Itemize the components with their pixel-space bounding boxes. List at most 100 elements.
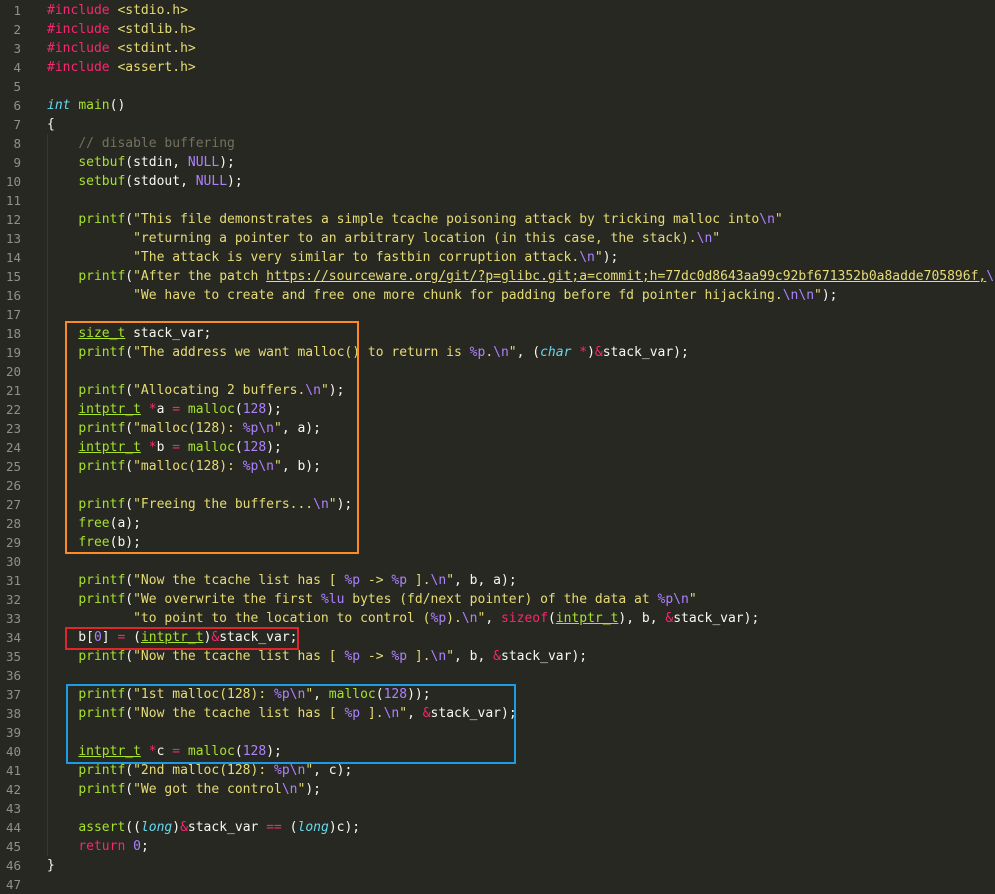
token-pun: ) (172, 820, 181, 835)
code-line[interactable]: 6 int main() (0, 96, 995, 115)
token-fn: printf (78, 212, 126, 227)
token-pun: (stdout, (125, 174, 196, 189)
line-code: // disable buffering (47, 134, 235, 153)
line-code: setbuf(stdout, NULL); (47, 172, 242, 191)
token-pun (47, 573, 78, 588)
token-pun: stack_var); (673, 611, 760, 626)
token-str: " (814, 288, 822, 303)
token-pun: ( (125, 212, 134, 227)
line-number: 31 (5, 573, 21, 588)
token-type: char (540, 345, 572, 360)
token-pun: { (47, 117, 55, 132)
token-op: & (594, 345, 603, 360)
code-line[interactable]: 3 #include <stdint.h> (0, 39, 995, 58)
line-number: 16 (5, 288, 21, 303)
token-kw: #include (47, 3, 110, 18)
code-line[interactable]: 2 #include <stdlib.h> (0, 20, 995, 39)
line-number: 34 (5, 630, 21, 645)
token-str: <stdint.h> (117, 41, 196, 56)
token-esc: %p\n (274, 763, 306, 778)
code-line[interactable]: 15 printf("After the patch https://sourc… (0, 267, 995, 286)
line-number: 27 (5, 497, 21, 512)
line-number: 38 (5, 706, 21, 721)
code-line[interactable]: 32 printf("We overwrite the first %lu by… (0, 590, 995, 609)
code-line[interactable]: 33 "to point to the location to control … (0, 609, 995, 628)
code-line[interactable]: 13 "returning a pointer to an arbitrary … (0, 229, 995, 248)
code-line[interactable]: 43 (0, 799, 995, 818)
line-code: { (47, 115, 55, 134)
token-esc: \n (493, 345, 509, 360)
line-number: 35 (5, 649, 21, 664)
line-number: 3 (13, 41, 21, 56)
line-number: 21 (5, 383, 21, 398)
token-type: long (297, 820, 329, 835)
line-number: 40 (5, 744, 21, 759)
token-fn: printf (78, 649, 126, 664)
token-esc: \n (430, 573, 447, 588)
line-code: return 0; (47, 837, 149, 856)
code-line[interactable]: 46} (0, 856, 995, 875)
line-code: "to point to the location to control (%p… (47, 609, 759, 628)
token-str: "We have to create and free one more chu… (133, 288, 783, 303)
line-number: 15 (5, 269, 21, 284)
token-kw: #include (47, 60, 110, 75)
code-line[interactable]: 42 printf("We got the control\n"); (0, 780, 995, 799)
token-str: " (712, 231, 721, 246)
token-pun: (( (125, 820, 141, 835)
token-pun: ; (140, 839, 149, 854)
code-line[interactable]: 8 // disable buffering (0, 134, 995, 153)
token-str: "This file demonstrates a simple tcache … (133, 212, 760, 227)
code-line[interactable]: 47 (0, 875, 995, 894)
line-number: 41 (5, 763, 21, 778)
line-number: 20 (5, 364, 21, 379)
line-number: 13 (5, 231, 21, 246)
code-line[interactable]: 11 (0, 191, 995, 210)
line-number: 32 (5, 592, 21, 607)
code-line[interactable]: 36 (0, 666, 995, 685)
token-kw: #include (47, 22, 110, 37)
token-str: "We overwrite the first (133, 592, 321, 607)
token-str: . (485, 345, 494, 360)
line-number: 30 (5, 554, 21, 569)
code-line[interactable]: 5 (0, 77, 995, 96)
token-link[interactable]: https://sourceware.org/git/?p=glibc.git;… (266, 269, 986, 284)
line-code: "We have to create and free one more chu… (47, 286, 837, 305)
token-pun: ); (305, 782, 321, 797)
line-number: 4 (13, 60, 21, 75)
token-pun (47, 839, 78, 854)
token-esc: %p (344, 649, 361, 664)
highlight-box-malloc-stack (66, 684, 516, 764)
token-op: & (665, 611, 674, 626)
token-pun: ( (281, 820, 298, 835)
token-pun (47, 212, 78, 227)
token-pun: ); (602, 250, 619, 265)
code-line[interactable]: 30 (0, 552, 995, 571)
token-pun (47, 782, 78, 797)
code-line[interactable]: 44 assert((long)&stack_var == (long)c); (0, 818, 995, 837)
line-number: 2 (13, 22, 21, 37)
token-pun (47, 820, 78, 835)
code-line[interactable]: 1 #include <stdio.h> (0, 1, 995, 20)
token-str: " (594, 250, 603, 265)
code-line[interactable]: 12 printf("This file demonstrates a simp… (0, 210, 995, 229)
code-line[interactable]: 45 return 0; (0, 837, 995, 856)
token-esc: \n (579, 250, 595, 265)
line-code: } (47, 856, 55, 875)
token-pun: ( (125, 782, 134, 797)
code-line[interactable]: 31 printf("Now the tcache list has [ %p … (0, 571, 995, 590)
token-str: bytes (fd/next pointer) of the data at (344, 592, 658, 607)
code-line[interactable]: 16 "We have to create and free one more … (0, 286, 995, 305)
code-editor[interactable]: 1 #include <stdio.h> 2 #include <stdlib.h> 3… (0, 0, 995, 892)
code-line[interactable]: 9 setbuf(stdin, NULL); (0, 153, 995, 172)
token-pun (47, 611, 133, 626)
line-code: printf("We got the control\n"); (47, 780, 321, 799)
code-line[interactable]: 14 "The attack is very similar to fastbi… (0, 248, 995, 267)
token-esc: %p (391, 649, 408, 664)
code-line[interactable]: 4 #include <assert.h> (0, 58, 995, 77)
token-str: " (446, 649, 455, 664)
line-number: 5 (13, 79, 21, 94)
line-number: 36 (5, 668, 21, 683)
code-line[interactable]: 7{ (0, 115, 995, 134)
line-number: 10 (5, 174, 21, 189)
code-line[interactable]: 10 setbuf(stdout, NULL); (0, 172, 995, 191)
